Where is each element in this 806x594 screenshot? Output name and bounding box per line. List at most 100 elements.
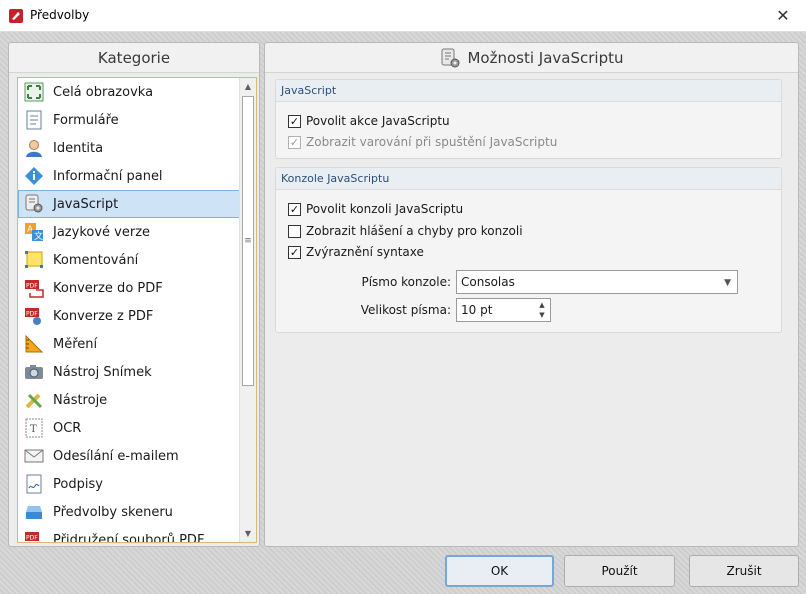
scroll-up-button[interactable]: ▲ — [240, 78, 256, 95]
category-item-mereni[interactable]: Měření — [18, 330, 240, 358]
apply-button[interactable]: Použít — [564, 555, 675, 587]
category-panel: Kategorie Celá obrazovka Formuláře Identit… — [8, 42, 260, 547]
tools-icon — [23, 389, 45, 411]
console-font-value: Consolas — [461, 275, 515, 289]
console-font-label: Písmo konzole: — [361, 275, 451, 289]
category-item-konverze-do-pdf[interactable]: PDF Konverze do PDF — [18, 274, 240, 302]
pdf-convert-from-icon: PDF — [23, 305, 45, 327]
console-group: Konzole JavaScriptu ✓ Povolit konzoli Ja… — [275, 167, 782, 333]
svg-text:PDF: PDF — [26, 311, 38, 318]
category-item-javascript[interactable]: JavaScript — [18, 190, 240, 218]
title-bar: Předvolby ✕ — [0, 0, 806, 32]
category-item-komentovani[interactable]: Komentování — [18, 246, 240, 274]
svg-text:T: T — [30, 424, 37, 435]
category-scrollbar[interactable]: ▲ ≡ ▼ — [239, 78, 256, 542]
svg-text:PDF: PDF — [26, 283, 38, 290]
category-items: Celá obrazovka Formuláře Identita Informačn… — [18, 78, 240, 543]
category-item-label: Informační panel — [53, 168, 163, 184]
enable-console-label: Povolit konzoli JavaScriptu — [306, 202, 464, 216]
category-item-label: Komentování — [53, 252, 139, 268]
form-icon — [23, 109, 45, 131]
console-group-title: Konzole JavaScriptu — [276, 168, 781, 190]
app-logo-icon — [8, 8, 24, 24]
category-item-podpisy[interactable]: Podpisy — [18, 470, 240, 498]
category-list[interactable]: Celá obrazovka Formuláře Identita Informačn… — [17, 77, 257, 543]
category-item-label: Identita — [53, 140, 104, 156]
category-item-label: OCR — [53, 420, 82, 436]
category-item-label: Měření — [53, 336, 98, 352]
category-item-informacni-panel[interactable]: Informační panel — [18, 162, 240, 190]
category-item-ocr[interactable]: T OCR — [18, 414, 240, 442]
window-title: Předvolby — [30, 8, 90, 22]
category-item-label: Jazykové verze — [53, 224, 151, 240]
category-item-label: Nástroj Snímek — [53, 364, 152, 380]
language-icon: A文 — [23, 221, 45, 243]
scroll-thumb[interactable]: ≡ — [242, 96, 254, 386]
category-item-label: Formuláře — [53, 112, 119, 128]
font-size-stepper[interactable]: 10 pt ▲ ▼ — [456, 298, 551, 322]
svg-text:PDF: PDF — [26, 535, 38, 542]
category-item-nastroj-snimek[interactable]: Nástroj Snímek — [18, 358, 240, 386]
category-item-label: Nástroje — [53, 392, 108, 408]
font-size-value: 10 pt — [461, 303, 493, 317]
show-console-messages-checkbox[interactable]: Zobrazit hlášení a chyby pro konzoli — [288, 224, 523, 238]
checkbox-empty — [288, 224, 301, 238]
enable-console-checkbox[interactable]: ✓ Povolit konzoli JavaScriptu — [288, 202, 463, 216]
syntax-highlight-label: Zvýraznění syntaxe — [306, 245, 424, 259]
category-item-formulare[interactable]: Formuláře — [18, 106, 240, 134]
comment-icon — [23, 249, 45, 271]
pdf-convert-to-icon: PDF — [23, 277, 45, 299]
category-item-odesilani-e-mailem[interactable]: Odesílání e-mailem — [18, 442, 240, 470]
category-item-label: JavaScript — [53, 196, 119, 212]
category-item-label: Předvolby skeneru — [53, 504, 173, 520]
checkmark-icon: ✓ — [288, 114, 301, 128]
scroll-down-button[interactable]: ▼ — [240, 525, 256, 542]
options-title: Možnosti JavaScriptu — [467, 48, 624, 67]
category-header: Kategorie — [9, 43, 259, 73]
signature-icon — [23, 473, 45, 495]
category-item-label: Celá obrazovka — [53, 84, 154, 100]
close-icon[interactable]: ✕ — [760, 0, 806, 31]
category-item-label: Konverze z PDF — [53, 308, 154, 324]
pdf-association-icon: PDF — [23, 529, 45, 542]
category-item-label: Přidružení souborů PDF — [53, 532, 205, 543]
category-item-label: Podpisy — [53, 476, 103, 492]
ok-button[interactable]: OK — [445, 555, 554, 587]
category-item-pridruzeni-souboru-pdf[interactable]: PDF Přidružení souborů PDF — [18, 526, 240, 543]
syntax-highlight-checkbox[interactable]: ✓ Zvýraznění syntaxe — [288, 245, 424, 259]
category-item-nastroje[interactable]: Nástroje — [18, 386, 240, 414]
checkmark-icon: ✓ — [288, 135, 301, 149]
category-item-label: Konverze do PDF — [53, 280, 163, 296]
font-size-label: Velikost písma: — [360, 303, 451, 317]
svg-text:文: 文 — [34, 230, 43, 242]
javascript-group-title: JavaScript — [276, 80, 781, 102]
script-gear-icon — [439, 47, 461, 69]
person-icon — [23, 137, 45, 159]
category-item-label: Odesílání e-mailem — [53, 448, 179, 464]
dialog-body: Kategorie Celá obrazovka Formuláře Identit… — [0, 32, 806, 594]
category-item-jazykove-verze[interactable]: A 文 Jazykové verze — [18, 218, 240, 246]
camera-icon — [23, 361, 45, 383]
increment-icon[interactable]: ▲ — [539, 301, 544, 309]
console-font-select[interactable]: Consolas ▼ — [456, 270, 738, 294]
script-gear-icon — [23, 193, 45, 215]
show-console-messages-label: Zobrazit hlášení a chyby pro konzoli — [306, 224, 523, 238]
decrement-icon[interactable]: ▼ — [539, 311, 544, 319]
checkmark-icon: ✓ — [288, 202, 301, 216]
cancel-button[interactable]: Zrušit — [689, 555, 799, 587]
stepper-buttons[interactable]: ▲ ▼ — [536, 301, 548, 319]
show-js-warning-checkbox: ✓ Zobrazit varování při spuštění JavaScr… — [288, 135, 557, 149]
fullscreen-icon — [23, 81, 45, 103]
info-icon — [23, 165, 45, 187]
category-item-predvolby-skeneru[interactable]: Předvolby skeneru — [18, 498, 240, 526]
enable-js-actions-checkbox[interactable]: ✓ Povolit akce JavaScriptu — [288, 114, 450, 128]
enable-js-actions-label: Povolit akce JavaScriptu — [306, 114, 450, 128]
category-item-cela-obrazovka[interactable]: Celá obrazovka — [18, 78, 240, 106]
category-item-konverze-z-pdf[interactable]: PDF Konverze z PDF — [18, 302, 240, 330]
show-js-warning-label: Zobrazit varování při spuštění JavaScrip… — [306, 135, 558, 149]
ruler-icon — [23, 333, 45, 355]
category-item-identita[interactable]: Identita — [18, 134, 240, 162]
ocr-icon: T — [23, 417, 45, 439]
javascript-group: JavaScript ✓ Povolit akce JavaScriptu ✓ … — [275, 79, 782, 159]
email-icon — [23, 445, 45, 467]
